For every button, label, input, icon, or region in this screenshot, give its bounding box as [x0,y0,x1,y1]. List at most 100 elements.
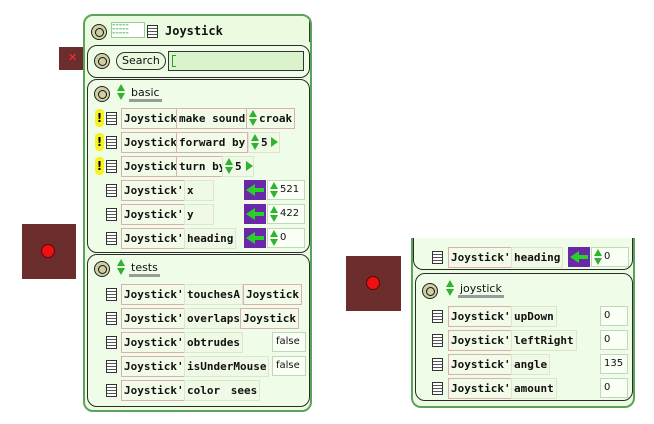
sheet-icon[interactable] [106,312,117,325]
test-name-tile[interactable]: isUnderMouse [184,356,270,377]
sheet-icon[interactable] [106,288,117,301]
expand-arrow-icon[interactable] [246,161,253,171]
arrow-down-icon[interactable] [249,119,257,126]
exclaim-icon[interactable]: ! [95,133,104,151]
property-name-tile[interactable]: heading [511,247,564,268]
sheet-icon[interactable] [432,334,443,347]
search-input[interactable] [168,51,304,71]
property-name-tile[interactable]: angle [511,354,551,375]
property-name-tile[interactable]: y [184,204,214,225]
category-next-icon[interactable] [117,93,125,100]
sheet-icon[interactable] [106,112,117,125]
tests-menu-button[interactable] [94,261,110,277]
property-value[interactable]: 0 [591,247,629,267]
arrow-up-icon[interactable] [249,110,257,117]
property-value[interactable]: 0 [600,330,628,350]
property-object-tile[interactable]: Joystick's [121,204,194,225]
property-name-tile[interactable]: amount [511,378,557,399]
category-prev-icon[interactable] [117,84,125,91]
sheet-icon[interactable] [106,360,117,373]
property-name-tile[interactable]: leftRight [511,330,577,351]
search-button[interactable]: Search [116,52,166,70]
property-value[interactable]: 0 [600,378,628,398]
sheet-icon[interactable] [106,384,117,397]
command-verb-tile[interactable]: make sound [176,108,249,129]
property-value[interactable]: 521 [267,180,305,200]
sheet-icon[interactable] [106,208,117,221]
command-object-tile[interactable]: Joystick [121,156,180,177]
basic-menu-button[interactable] [94,86,110,102]
property-object-tile[interactable]: Joystick's [448,330,521,351]
exclaim-icon[interactable]: ! [95,109,104,127]
joystick-widget[interactable] [22,224,76,279]
arrow-up-icon[interactable] [225,158,233,165]
property-object-tile[interactable]: Joystick's [448,306,521,327]
arrow-up-icon[interactable] [270,182,278,189]
joystick-knob[interactable] [41,244,55,258]
property-value[interactable]: 422 [267,204,305,224]
arrow-down-icon[interactable] [270,239,278,246]
assign-arrow-icon[interactable] [568,247,590,267]
property-name-tile[interactable]: x [184,180,214,201]
joystick-knob-2[interactable] [366,276,380,290]
arrow-up-icon[interactable] [251,134,259,141]
property-object-tile[interactable]: Joystick's [448,354,521,375]
category-name[interactable]: joystick [458,282,504,298]
sheet-icon[interactable] [106,336,117,349]
exclaim-icon[interactable]: ! [95,157,104,175]
test-object-tile[interactable]: Joystick's [121,356,194,377]
command-object-tile[interactable]: Joystick [121,132,180,153]
command-verb-tile[interactable]: forward by [176,132,249,153]
property-value[interactable]: 0 [267,228,305,248]
joystick-widget-2[interactable] [346,256,401,311]
category-next-icon[interactable] [446,289,454,296]
sheet-icon[interactable] [432,382,443,395]
category-next-icon[interactable] [117,268,125,275]
property-value[interactable]: 0 [600,306,628,326]
sheet-icon[interactable] [106,232,117,245]
property-object-tile[interactable]: Joystick's [121,180,194,201]
sound-selector[interactable]: croak [246,108,296,129]
expand-arrow-icon[interactable] [271,137,278,147]
sheet-icon[interactable] [106,160,117,173]
category-name[interactable]: tests [129,261,160,277]
sheet-icon[interactable] [432,358,443,371]
category-name[interactable]: basic [129,86,162,102]
test-name-tile[interactable]: touchesA [184,284,243,305]
test-object-tile[interactable]: Joystick's [121,308,194,329]
sheet-icon[interactable] [147,25,158,38]
test-name-tile[interactable]: overlaps [184,308,243,329]
sheet-icon[interactable] [106,184,117,197]
arrow-down-icon[interactable] [225,167,233,174]
command-object-tile[interactable]: Joystick [121,108,180,129]
test-object-tile[interactable]: Joystick's [121,380,194,401]
sheet-icon[interactable] [432,251,443,264]
category-prev-icon[interactable] [446,280,454,287]
joystick-menu-button[interactable] [422,283,438,299]
arrow-up-icon[interactable] [594,249,602,256]
arrow-down-icon[interactable] [270,215,278,222]
test-object-tile[interactable]: Joystick's [121,284,194,305]
arrow-down-icon[interactable] [251,143,259,150]
viewer-menu-button[interactable] [91,24,107,40]
test-arg-tile[interactable]: Joystick [243,284,302,305]
sheet-icon[interactable] [432,310,443,323]
property-value[interactable]: 135 [600,354,628,374]
command-verb-tile[interactable]: turn by [176,156,229,177]
property-object-tile[interactable]: Joystick's [121,228,194,249]
test-value[interactable]: false [272,332,306,352]
property-name-tile[interactable]: heading [184,228,237,249]
arrow-up-icon[interactable] [270,230,278,237]
property-object-tile[interactable]: Joystick's [448,247,521,268]
assign-arrow-icon[interactable] [244,204,266,224]
test-arg-tile[interactable]: Joystick [240,308,299,329]
property-object-tile[interactable]: Joystick's [448,378,521,399]
arrow-up-icon[interactable] [270,206,278,213]
category-prev-icon[interactable] [117,259,125,266]
test-name-tile[interactable]: obtrudes [184,332,243,353]
arrow-down-icon[interactable] [594,258,602,265]
test-object-tile[interactable]: Joystick's [121,332,194,353]
search-menu-button[interactable] [94,53,110,69]
test-value[interactable]: false [272,356,306,376]
viewer-flap-tab[interactable]: ✕ [59,47,85,70]
